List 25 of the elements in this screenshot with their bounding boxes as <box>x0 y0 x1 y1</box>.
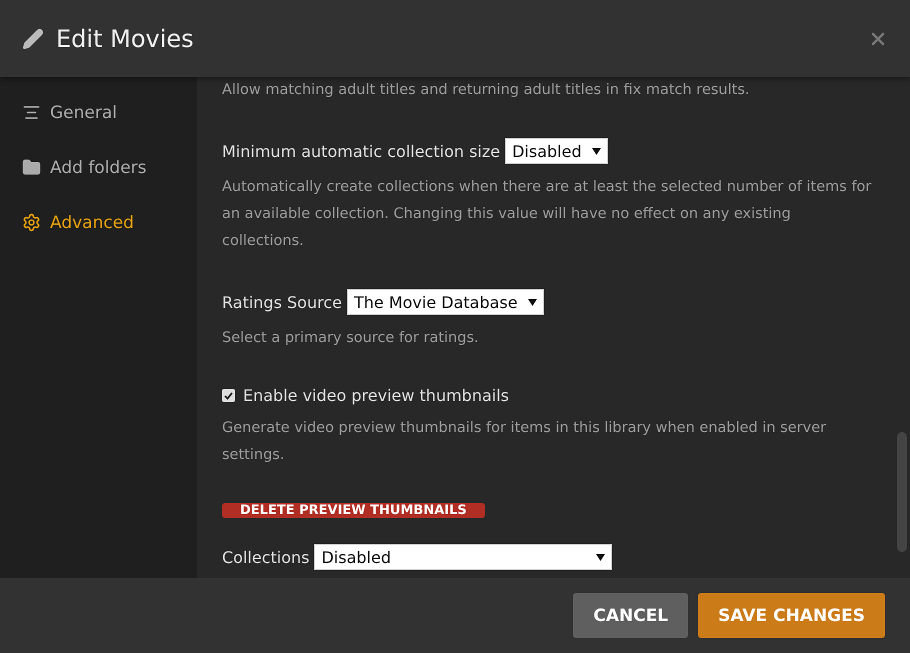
setting-description: Automatically create collections when there are at least the selected number of items for an available collection. Changing this value will have no effect on any existing collections. <box>222 178 872 251</box>
sidebar-item[interactable]: Add folders <box>22 144 197 191</box>
setting-description: Allow matching adult titles and returning adult titles in fix match results. <box>222 81 750 100</box>
sidebar-item[interactable]: General <box>22 89 197 136</box>
caret-icon <box>528 298 537 306</box>
gear-icon <box>22 213 41 232</box>
setting-description: Select a primary source for ratings. <box>222 329 480 348</box>
checkbox-label: Enable video preview thumbnails <box>243 386 509 405</box>
cancel-button[interactable]: CANCEL <box>573 593 688 638</box>
pencil-icon <box>22 28 44 50</box>
folder-icon <box>22 158 41 177</box>
setting-label: Collections <box>222 548 310 566</box>
setting-label: Minimum automatic collection size <box>222 142 500 160</box>
sidebar-item[interactable]: Advanced <box>22 199 197 246</box>
caret-icon <box>596 554 606 560</box>
dropdown[interactable]: Disabled <box>505 138 608 164</box>
caret-icon <box>592 148 601 154</box>
dropdown[interactable]: The Movie Database <box>346 289 544 315</box>
checkbox[interactable] <box>222 389 235 402</box>
dropdown[interactable]: Disabled <box>314 544 612 570</box>
setting-description: Generate video preview thumbnails for items in this library when enabled in server settings. <box>222 419 828 465</box>
lines-icon <box>22 103 41 122</box>
setting-label: Ratings Source <box>222 292 342 312</box>
window-title: Edit Movies <box>56 24 195 52</box>
delete-button[interactable]: DELETE PREVIEW THUMBNAILS <box>222 503 485 518</box>
